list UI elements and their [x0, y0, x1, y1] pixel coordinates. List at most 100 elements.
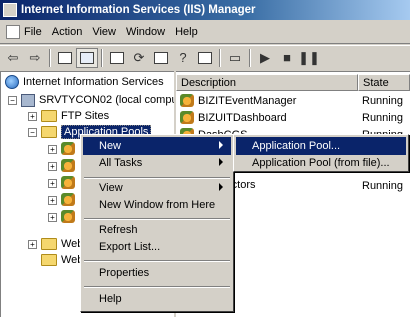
- expand-ftp-icon[interactable]: +: [28, 112, 37, 121]
- menu-separator: [84, 218, 230, 220]
- ctx-all-tasks-label: All Tasks: [99, 157, 143, 169]
- expand-pool-icon[interactable]: +: [48, 162, 57, 171]
- show-tree-icon[interactable]: [76, 47, 98, 68]
- folder-icon: [41, 254, 57, 266]
- menu-action-label: Action: [51, 25, 83, 38]
- menu-help-label: Help: [175, 25, 198, 38]
- stop-icon[interactable]: ■: [276, 48, 298, 68]
- menu-window[interactable]: Window: [121, 22, 170, 42]
- ctx-all-tasks[interactable]: All Tasks: [83, 154, 231, 172]
- properties-icon[interactable]: [106, 48, 128, 68]
- up-folder-icon[interactable]: [54, 48, 76, 68]
- iis-app-icon: [3, 3, 17, 17]
- menu-bar: File Action View Window Help: [0, 20, 410, 44]
- row-name: BIZITEventManager: [198, 94, 297, 107]
- tree-web-sites[interactable]: Web: [41, 236, 83, 252]
- ctx-refresh[interactable]: Refresh: [83, 221, 231, 239]
- list-row[interactable]: BIZUITDashboard Running: [176, 110, 410, 127]
- ctx-help-label: Help: [99, 293, 122, 305]
- list-row[interactable]: BIZITEventManager Running: [176, 93, 410, 110]
- app-pool-icon: [61, 159, 75, 172]
- app-pool-icon: [61, 142, 75, 155]
- toolbar-separator: [49, 48, 51, 67]
- toolbar-separator: [249, 48, 251, 67]
- column-state-label: State: [363, 76, 389, 89]
- menu-window-label: Window: [125, 25, 166, 38]
- submenu-app-pool-label: Application Pool...: [252, 140, 341, 152]
- tree-web-extensions[interactable]: Web: [41, 252, 83, 268]
- toolbar-separator: [101, 48, 103, 67]
- submenu-arrow-icon: [219, 141, 223, 149]
- app-pool-icon: [61, 210, 75, 223]
- app-pool-icon: [180, 111, 194, 124]
- ctx-export-list-label: Export List...: [99, 241, 161, 253]
- pause-icon[interactable]: ❚❚: [298, 48, 320, 68]
- collapse-server-icon[interactable]: −: [8, 96, 17, 105]
- row-state: Running: [362, 180, 403, 192]
- refresh-icon[interactable]: ⟳: [128, 48, 150, 68]
- tree-ftp-label: FTP Sites: [61, 110, 110, 122]
- server-icon: [21, 93, 35, 107]
- console-menu-icon: [6, 24, 20, 39]
- column-header-state[interactable]: State: [358, 74, 410, 91]
- ctx-view[interactable]: View: [83, 179, 231, 197]
- folder-icon: [41, 238, 57, 250]
- export-list-icon[interactable]: [150, 48, 172, 68]
- column-description-label: Description: [181, 76, 237, 89]
- toolbar: ⇦ ⇨ ⟳ ? ▭ ▶ ■ ❚❚: [0, 45, 410, 69]
- ctx-new-window-label: New Window from Here: [99, 199, 216, 211]
- submenu-application-pool[interactable]: Application Pool...: [236, 137, 406, 155]
- submenu-application-pool-from-file[interactable]: Application Pool (from file)...: [236, 154, 406, 172]
- menu-file[interactable]: File: [1, 22, 47, 42]
- menu-view-label: View: [92, 25, 116, 38]
- app-pool-icon: [61, 193, 75, 206]
- menu-separator: [84, 260, 230, 262]
- tree-root-label: Internet Information Services: [23, 76, 164, 88]
- iis-root-icon: [5, 75, 19, 89]
- ctx-new-window[interactable]: New Window from Here: [83, 196, 231, 214]
- menu-file-label: File: [24, 25, 42, 38]
- menu-view[interactable]: View: [87, 22, 121, 42]
- help-icon[interactable]: ?: [172, 48, 194, 68]
- forward-icon[interactable]: ⇨: [24, 48, 46, 68]
- computer-icon[interactable]: ▭: [224, 48, 246, 68]
- submenu-app-pool-file-label: Application Pool (from file)...: [252, 157, 390, 169]
- row-state: Running: [362, 112, 403, 124]
- ctx-refresh-label: Refresh: [99, 224, 138, 236]
- tree-server[interactable]: SRVTYCON02 (local compu: [21, 92, 174, 108]
- collapse-app-pools-icon[interactable]: −: [28, 128, 37, 137]
- ctx-new-label: New: [99, 140, 122, 152]
- ctx-view-label: View: [99, 182, 123, 194]
- menu-help[interactable]: Help: [170, 22, 203, 42]
- app-pool-icon: [61, 176, 75, 189]
- ctx-properties[interactable]: Properties: [83, 264, 231, 282]
- menu-separator: [84, 286, 230, 288]
- tree-root[interactable]: Internet Information Services: [5, 74, 164, 90]
- submenu-arrow-icon: [219, 158, 223, 166]
- app-pool-icon: [180, 94, 194, 107]
- folder-icon: [41, 110, 57, 122]
- show-console-icon[interactable]: [194, 48, 216, 68]
- context-menu: New All Tasks View New Window from Here …: [80, 134, 234, 312]
- back-icon[interactable]: ⇦: [2, 48, 24, 68]
- expand-pool-icon[interactable]: +: [48, 145, 57, 154]
- expand-pool-icon[interactable]: +: [48, 179, 57, 188]
- expand-web-icon[interactable]: +: [28, 240, 37, 249]
- ctx-new[interactable]: New: [83, 137, 231, 155]
- tree-ftp-sites[interactable]: FTP Sites: [41, 108, 109, 124]
- row-name: BIZUITDashboard: [198, 111, 287, 124]
- new-submenu: Application Pool... Application Pool (fr…: [233, 134, 409, 172]
- submenu-arrow-icon: [219, 183, 223, 191]
- expand-pool-icon[interactable]: +: [48, 196, 57, 205]
- ctx-help[interactable]: Help: [83, 290, 231, 308]
- row-state: Running: [362, 95, 403, 107]
- window-title: Internet Information Services (IIS) Mana…: [21, 4, 256, 16]
- toolbar-separator: [219, 48, 221, 67]
- folder-open-icon: [41, 126, 57, 138]
- title-bar: Internet Information Services (IIS) Mana…: [0, 0, 410, 20]
- play-icon[interactable]: ▶: [254, 48, 276, 68]
- column-header-description[interactable]: Description: [176, 74, 358, 91]
- menu-action[interactable]: Action: [47, 22, 88, 42]
- expand-pool-icon[interactable]: +: [48, 213, 57, 222]
- ctx-export-list[interactable]: Export List...: [83, 238, 231, 256]
